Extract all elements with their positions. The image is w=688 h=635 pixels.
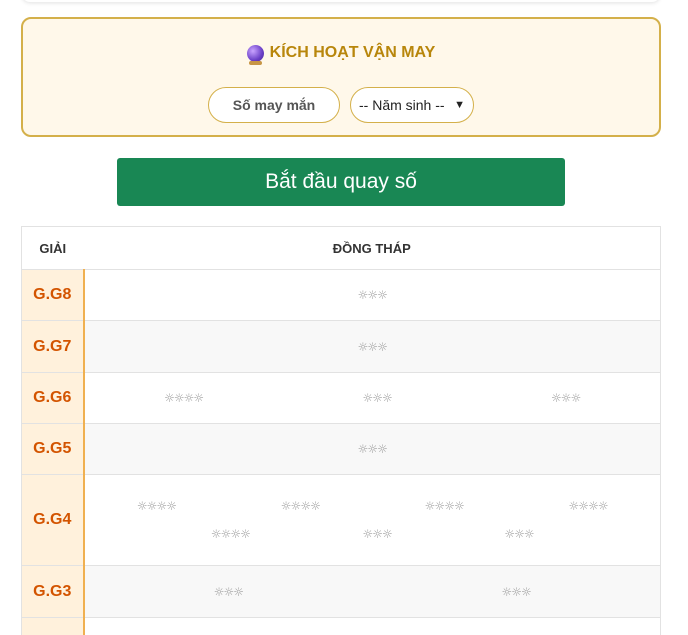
table-row: G.G7 ☼☼☼ (21, 320, 661, 373)
loading-spinner-icon: ☼☼☼☼ (568, 499, 609, 513)
crystal-ball-icon (246, 44, 264, 65)
birth-year-value: -- Năm sinh -- (359, 97, 445, 113)
loading-spinner-icon: ☼☼☼ (357, 288, 388, 302)
loading-spinner-icon: ☼☼☼☼ (136, 499, 177, 513)
table-row (21, 617, 661, 635)
prize-label: G.G4 (21, 474, 85, 566)
lucky-number-input[interactable] (208, 87, 340, 123)
luck-controls: -- Năm sinh -- ▼ (23, 87, 659, 123)
loading-spinner-icon: ☼☼☼ (501, 584, 531, 599)
loading-spinner-icon: ☼☼☼☼ (164, 391, 204, 405)
luck-title: KÍCH HOẠT VẬN MAY (23, 44, 659, 65)
result-cell (83, 617, 661, 635)
prize-label: G.G7 (21, 320, 85, 373)
loading-spinner-icon: ☼☼☼ (362, 391, 392, 405)
result-cell: ☼☼☼☼ ☼☼☼☼ ☼☼☼☼ ☼☼☼☼ ☼☼☼☼ ☼☼☼ ☼☼☼ (83, 474, 661, 566)
top-card (22, 0, 660, 2)
result-cell: ☼☼☼ (83, 423, 661, 475)
loading-spinner-icon: ☼☼☼ (504, 527, 534, 541)
birth-year-select[interactable]: -- Năm sinh -- ▼ (350, 87, 474, 123)
result-cell: ☼☼☼ (83, 320, 661, 373)
prize-label: G.G6 (21, 372, 85, 424)
table-row: G.G3 ☼☼☼ ☼☼☼ (21, 565, 661, 618)
loading-spinner-icon: ☼☼☼ (357, 442, 388, 456)
result-cell: ☼☼☼ ☼☼☼ (83, 565, 661, 618)
result-cell: ☼☼☼ (83, 269, 661, 321)
prize-label (21, 617, 85, 635)
loading-spinner-icon: ☼☼☼ (551, 391, 581, 405)
results-table: GIẢI ĐỒNG THÁP G.G8 ☼☼☼ G.G7 ☼☼☼ G.G6 ☼☼… (21, 226, 661, 635)
prize-label: G.G3 (21, 565, 85, 618)
table-row: G.G8 ☼☼☼ (21, 269, 661, 321)
luck-title-text: KÍCH HOẠT VẬN MAY (269, 44, 436, 61)
loading-spinner-icon: ☼☼☼ (357, 339, 388, 354)
page: KÍCH HOẠT VẬN MAY -- Năm sinh -- ▼ Bắt đ… (0, 0, 688, 635)
table-row: G.G4 ☼☼☼☼ ☼☼☼☼ ☼☼☼☼ ☼☼☼☼ ☼☼☼☼ ☼☼☼ ☼☼☼ (21, 474, 661, 566)
prize-label: G.G5 (21, 423, 85, 475)
result-cell: ☼☼☼☼ ☼☼☼ ☼☼☼ (83, 372, 661, 424)
start-spin-button[interactable]: Bắt đầu quay số (117, 158, 565, 206)
table-row: G.G5 ☼☼☼ (21, 423, 661, 475)
header-province: ĐỒNG THÁP (83, 226, 661, 270)
loading-spinner-icon: ☼☼☼ (362, 527, 392, 541)
loading-spinner-icon: ☼☼☼ (213, 584, 244, 599)
chevron-down-icon: ▼ (454, 99, 465, 111)
loading-spinner-icon: ☼☼☼☼ (424, 499, 465, 513)
header-prize: GIẢI (21, 226, 84, 270)
prize-label: G.G8 (21, 269, 85, 321)
table-row: G.G6 ☼☼☼☼ ☼☼☼ ☼☼☼ (21, 372, 661, 424)
loading-spinner-icon: ☼☼☼☼ (280, 499, 321, 513)
luck-panel: KÍCH HOẠT VẬN MAY -- Năm sinh -- ▼ (21, 17, 661, 137)
loading-spinner-icon: ☼☼☼☼ (210, 527, 251, 541)
